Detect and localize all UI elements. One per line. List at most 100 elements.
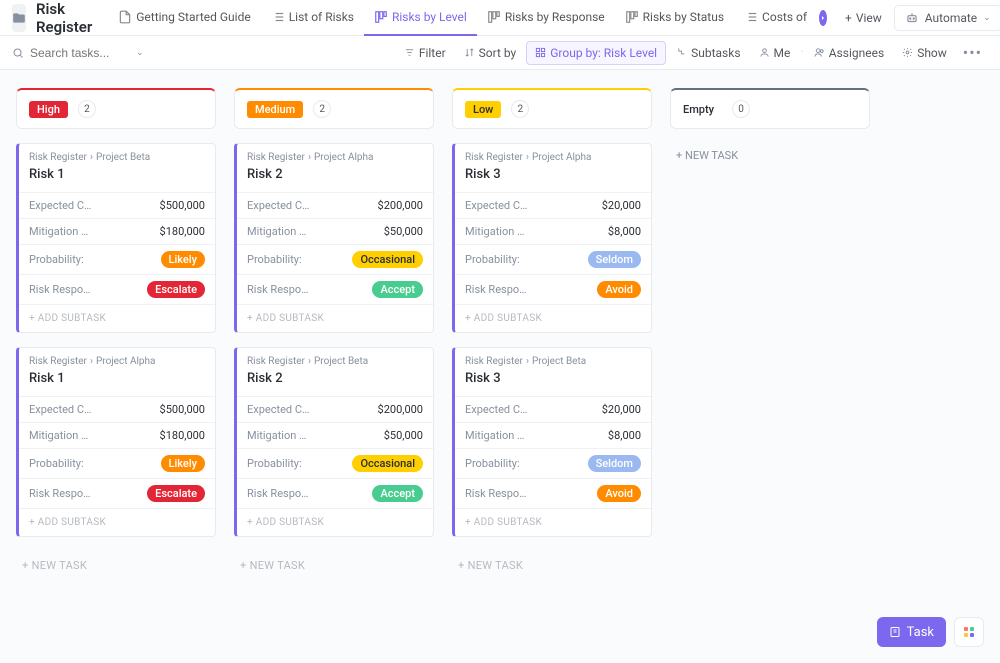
add-subtask-button[interactable]: + ADD SUBTASK [237,304,433,332]
breadcrumb: Risk Register›Project Alpha [465,152,641,163]
column-label: Empty [683,101,722,118]
tab-costs-of[interactable]: Costs of [734,0,817,36]
toolbar: ⌄ Filter Sort by Group by: Risk Level Su… [0,36,1000,70]
automate-button[interactable]: Automate ⌄ [894,5,1000,31]
more-options-button[interactable]: ••• [957,39,988,66]
people-icon [814,47,825,58]
chevron-down-icon: ⌄ [983,13,991,23]
chevron-down-icon[interactable]: ⌄ [136,48,144,58]
column-count: 2 [313,100,331,118]
breadcrumb: Risk Register›Project Alpha [247,152,423,163]
expected-cost-value: $200,000 [378,199,423,212]
group-by-button[interactable]: Group by: Risk Level [526,41,666,65]
search-icon [12,47,24,59]
column-header[interactable]: Empty 0 [670,88,870,129]
tab-risks-by-level[interactable]: Risks by Level [364,0,477,36]
probability-tag: Occasional [352,251,423,268]
new-task-fab[interactable]: Task [877,617,946,647]
add-subtask-button[interactable]: + ADD SUBTASK [237,508,433,536]
probability-tag: Seldom [588,455,641,472]
sort-button[interactable]: Sort by [456,42,525,64]
me-button[interactable]: Me [751,42,799,64]
sort-icon [464,47,475,58]
plus-icon: + [845,11,852,25]
floating-actions: Task [877,617,984,647]
top-header: Risk Register Getting Started GuideList … [0,0,1000,36]
column-header[interactable]: Low2 [452,88,652,129]
expected-cost-value: $20,000 [602,403,641,416]
show-button[interactable]: Show [894,42,955,64]
probability-tag: Likely [161,455,205,472]
card-title: Risk 3 [465,371,641,386]
column-count: 2 [511,100,529,118]
response-row: Risk Respo…Accept [237,274,433,304]
add-subtask-button[interactable]: + ADD SUBTASK [455,304,651,332]
column-header[interactable]: Medium 2 [234,88,434,129]
new-task-button[interactable]: + NEW TASK [452,551,652,580]
view-icon [487,10,501,24]
new-task-button[interactable]: + NEW TASK [234,551,434,580]
expected-cost-value: $500,000 [160,199,205,212]
person-icon [759,47,770,58]
apps-icon [964,627,974,637]
group-icon [535,47,546,58]
robot-icon [905,11,919,25]
probability-tag: Occasional [352,455,423,472]
tab-risks-by-status[interactable]: Risks by Status [615,0,734,36]
new-task-button[interactable]: + NEW TASK [16,551,216,580]
column-header[interactable]: High2 [16,88,216,129]
column-medium: Medium2Risk Register›Project AlphaRisk 2… [234,88,434,580]
probability-row: Probability:Likely [19,448,215,478]
assignees-button[interactable]: Assignees [806,42,892,64]
new-task-button[interactable]: + NEW TASK [670,143,870,168]
mitigation-row: Mitigation …$50,000 [237,218,433,244]
column-empty: Empty 0 + NEW TASK [670,88,870,168]
response-row: Risk Respo…Avoid [455,478,651,508]
tab-getting-started-guide[interactable]: Getting Started Guide [108,0,260,36]
risk-card[interactable]: Risk Register›Project Alpha Risk 3 Expecte… [452,143,652,333]
response-row: Risk Respo…Escalate [19,478,215,508]
add-subtask-button[interactable]: + ADD SUBTASK [19,304,215,332]
add-view-button[interactable]: + View [837,5,890,31]
add-subtask-button[interactable]: + ADD SUBTASK [455,508,651,536]
column-count: 0 [732,100,750,118]
expected-cost-row: Expected C…$500,000 [19,396,215,422]
expected-cost-value: $20,000 [602,199,641,212]
card-title: Risk 1 [29,371,205,386]
probability-row: Probability:Occasional [237,244,433,274]
tab-risks-by-response[interactable]: Risks by Response [477,0,615,36]
risk-card[interactable]: Risk Register›Project Alpha Risk 1 Expecte… [16,347,216,537]
risk-card[interactable]: Risk Register›Project BetaRisk 3Expected… [452,347,652,537]
probability-tag: Likely [161,251,205,268]
page-title: Risk Register [36,0,92,36]
column-count: 2 [78,100,96,118]
expected-cost-value: $200,000 [378,403,423,416]
folder-icon [12,4,26,32]
expected-cost-row: Expected C…$20,000 [455,192,651,218]
column-label: Medium [247,101,303,118]
card-title: Risk 3 [465,167,641,182]
breadcrumb: Risk Register›Project Beta [465,356,641,367]
apps-fab[interactable] [954,617,984,647]
risk-card[interactable]: Risk Register›Project AlphaRisk 2Expecte… [234,143,434,333]
views-tabs: Getting Started GuideList of RisksRisks … [108,0,817,35]
mitigation-row: Mitigation …$180,000 [19,422,215,448]
card-title: Risk 2 [247,371,423,386]
probability-row: Probability:Seldom [455,244,651,274]
response-tag: Avoid [597,485,641,502]
add-subtask-button[interactable]: + ADD SUBTASK [19,508,215,536]
response-tag: Escalate [147,281,205,298]
more-views-icon[interactable] [819,10,827,26]
probability-tag: Seldom [588,251,641,268]
subtasks-button[interactable]: Subtasks [668,42,748,64]
view-icon [744,10,758,24]
risk-card[interactable]: Risk Register›Project BetaRisk 2Expected… [234,347,434,537]
risk-card[interactable]: Risk Register›Project BetaRisk 1Expected… [16,143,216,333]
response-row: Risk Respo…Escalate [19,274,215,304]
search-input[interactable] [30,46,130,60]
mitigation-row: Mitigation …$50,000 [237,422,433,448]
mitigation-value: $50,000 [384,225,423,238]
filter-button[interactable]: Filter [396,42,454,64]
breadcrumb: Risk Register›Project Alpha [29,356,205,367]
tab-list-of-risks[interactable]: List of Risks [261,0,364,36]
